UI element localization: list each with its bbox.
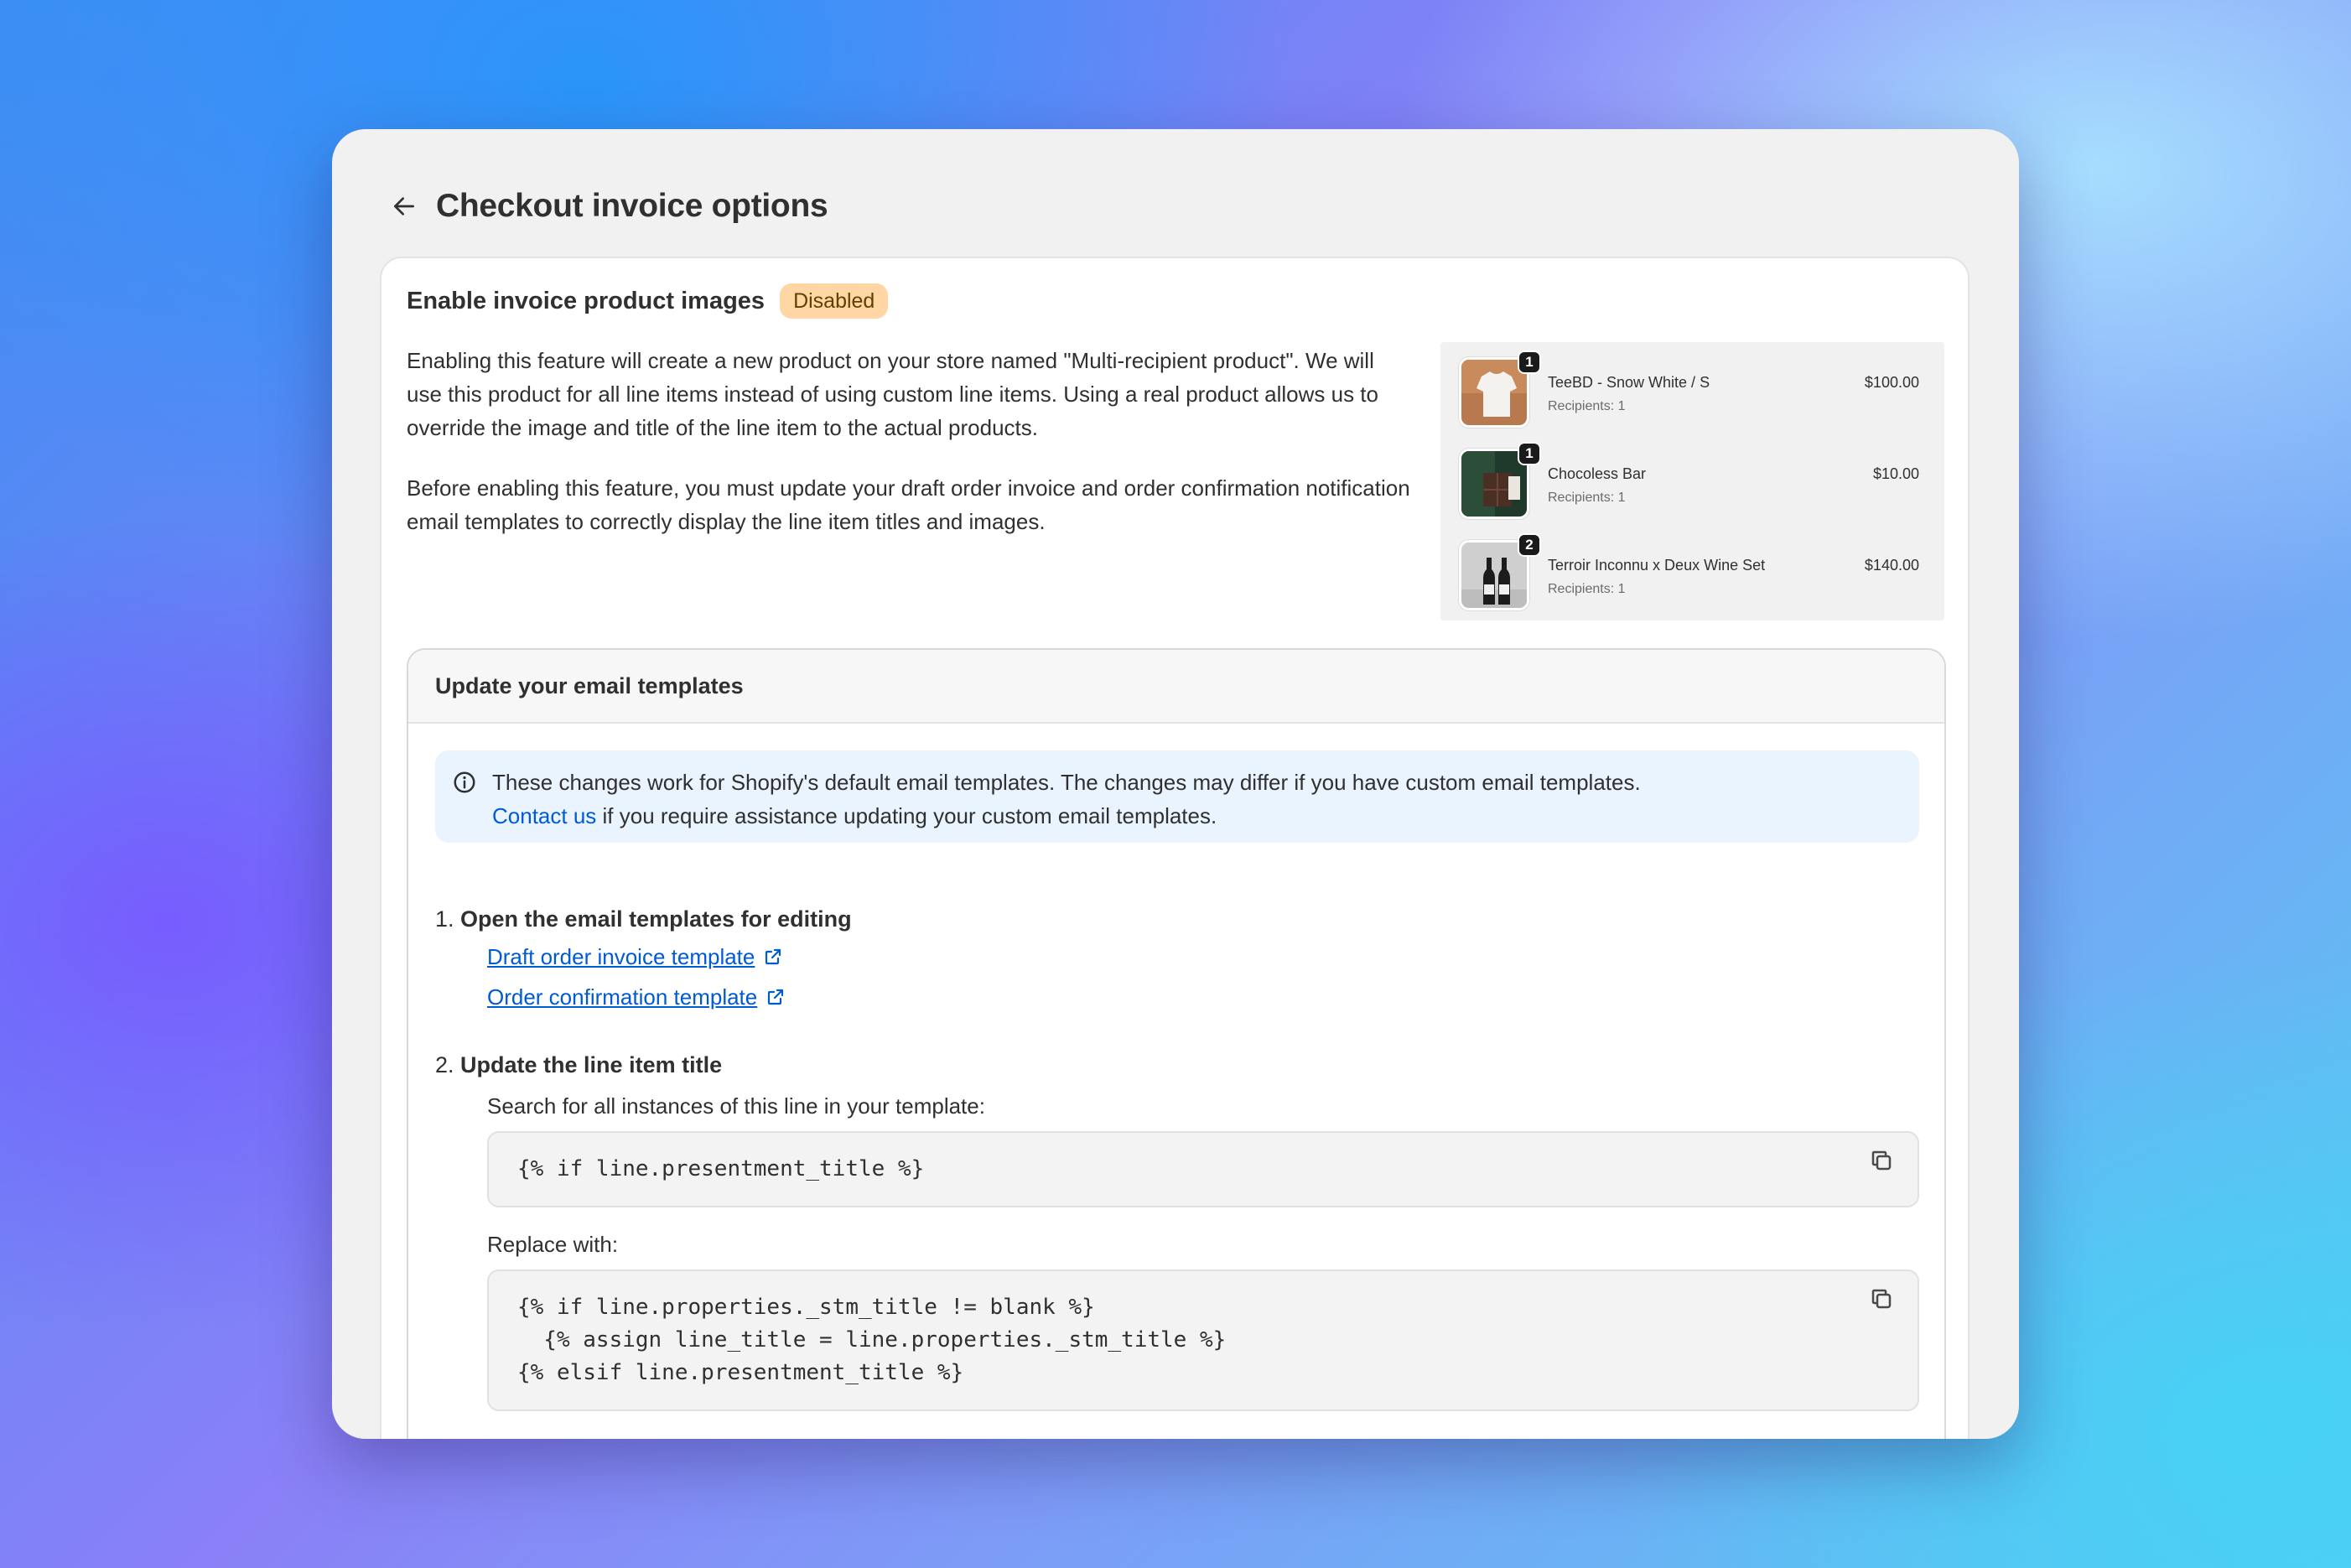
code-text: {% if line.presentment_title %} [517,1156,925,1181]
email-templates-section: Update your email templates These change… [407,648,1946,1439]
replace-label: Replace with: [487,1232,619,1257]
section-header: Update your email templates [408,650,1944,724]
item-price: $10.00 [1872,465,1919,482]
step-title-text: Update the line item title [460,1052,723,1077]
banner-text-continued: if you require assistance updating your … [596,803,1217,828]
external-link-icon [768,989,784,1005]
search-label: Search for all instances of this line in… [487,1093,985,1119]
feature-card: Enable invoice product images Disabled E… [380,257,1970,1439]
step-body: Search for all instances of this line in… [435,1088,1919,1411]
app-window: Checkout invoice options Enable invoice … [332,129,2019,1439]
description-paragraph: Enabling this feature will create a new … [407,348,1378,440]
preview-line-item: 2 Terroir Inconnu x Deux Wine Set Recipi… [1440,533,1944,631]
step-title: 2. Update the line item title [435,1047,1919,1083]
info-icon [454,771,475,793]
link-label: Draft order invoice template [487,943,755,969]
preview-line-item: 1 Chocoless Bar Recipients: 1 $10.00 [1440,442,1944,540]
back-button[interactable] [384,186,424,226]
steps-list: 1. Open the email templates for editing … [435,901,1919,1411]
card-header: Enable invoice product images Disabled [407,283,889,319]
arrow-left-icon [394,197,414,215]
item-name: Chocoless Bar [1548,465,1647,482]
contact-us-link[interactable]: Contact us [492,803,596,828]
item-recipients: Recipients: 1 [1548,582,1626,596]
banner-text: These changes work for Shopify's default… [492,770,1641,795]
external-link-icon [766,948,781,965]
item-price: $140.00 [1864,557,1919,574]
step-update-title: 2. Update the line item title Search for… [435,1047,1919,1411]
step-title: 1. Open the email templates for editing [435,901,1919,937]
invoice-preview: 1 TeeBD - Snow White / S Recipients: 1 $… [1440,342,1944,620]
preview-line-item: 1 TeeBD - Snow White / S Recipients: 1 $… [1440,350,1944,449]
step-open-templates: 1. Open the email templates for editing … [435,901,1919,1017]
quantity-badge: 1 [1518,350,1541,374]
step-number: 1. [435,906,454,932]
item-recipients: Recipients: 1 [1548,491,1626,505]
copy-icon[interactable] [1869,1148,1894,1173]
quantity-badge: 1 [1518,442,1541,465]
link-label: Order confirmation template [487,984,758,1010]
item-price: $100.00 [1864,374,1919,391]
search-code-block: {% if line.presentment_title %} [487,1131,1919,1207]
replace-code-block: {% if line.properties._stm_title != blan… [487,1269,1919,1411]
page-header: Checkout invoice options [384,173,828,240]
page-title: Checkout invoice options [436,188,828,224]
order-confirmation-template-link[interactable]: Order confirmation template [487,977,1919,1017]
item-name: TeeBD - Snow White / S [1548,374,1710,391]
template-links: Draft order invoice template Order confi… [435,937,1919,1017]
item-name: Terroir Inconnu x Deux Wine Set [1548,557,1766,574]
code-text: {% if line.properties._stm_title != blan… [517,1295,1227,1385]
item-recipients: Recipients: 1 [1548,399,1626,413]
description-paragraph: Before enabling this feature, you must u… [407,475,1410,534]
info-banner: These changes work for Shopify's default… [435,750,1919,843]
feature-description: Enabling this feature will create a new … [407,344,1413,538]
step-number: 2. [435,1052,454,1077]
draft-order-invoice-template-link[interactable]: Draft order invoice template [487,937,1919,977]
copy-icon[interactable] [1869,1286,1894,1311]
card-title: Enable invoice product images [407,287,766,314]
quantity-badge: 2 [1518,533,1541,557]
section-title: Update your email templates [435,672,744,698]
status-badge: Disabled [780,283,889,319]
step-title-text: Open the email templates for editing [460,906,852,932]
